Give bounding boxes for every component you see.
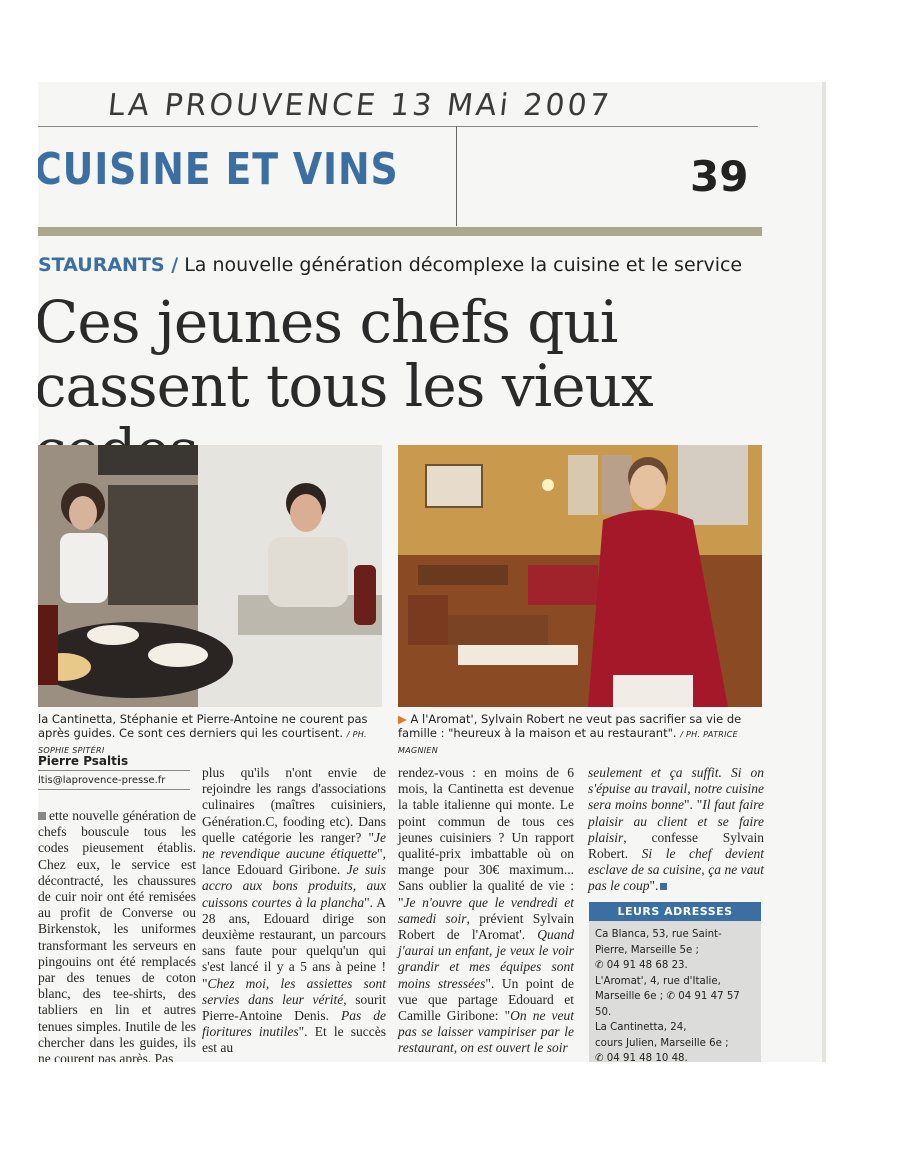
handwritten-annotation: LA PROUVENCE 13 MAi 2007 [106, 88, 614, 123]
text-run: rendez-vous : en moins de 6 mois, la Can… [398, 765, 574, 910]
addresses-box: LEURS ADRESSES Ca Blanca, 53, rue Saint-… [589, 902, 761, 1062]
address-line: La Cantinetta, 24, [595, 1022, 687, 1033]
column-1-text: ette nouvelle génération de chefs bouscu… [38, 808, 196, 1062]
clipping-edge [822, 82, 826, 1062]
text-run: ". [649, 878, 659, 894]
section-title: CUISINE ET VINS [38, 144, 399, 195]
header-band [38, 227, 762, 236]
headline-line-1: Ces jeunes chefs qui [38, 288, 618, 356]
article-column-1: ette nouvelle génération de chefs bouscu… [38, 808, 196, 1062]
kicker: STAURANTS / La nouvelle génération décom… [38, 254, 742, 276]
text-run: ". " [684, 797, 703, 813]
byline: Pierre Psaltis ltis@laprovence-presse.fr [38, 754, 190, 790]
address-line: Marseille 6e ; ✆ 04 91 47 57 50. [595, 991, 740, 1018]
header-divider [456, 126, 457, 226]
article-column-3: rendez-vous : en moins de 6 mois, la Can… [398, 765, 574, 1057]
text-run: plus qu'ils n'ont envie de rejoindre les… [202, 765, 386, 845]
caption-arrow-icon: ▶ [398, 712, 407, 726]
address-line: cours Julien, Marseille 6e ; [595, 1037, 729, 1049]
article-column-4: seulement et ça suffit. Si on s'épuise a… [588, 765, 764, 895]
address-line: ✆ 04 91 48 10 48. [595, 1053, 688, 1062]
address-line: Ca Blanca, 53, rue Saint- [595, 929, 722, 940]
photo-aromat-illustration [398, 445, 762, 707]
lead-square-icon [38, 812, 46, 820]
end-square-icon [660, 883, 668, 891]
page-number: 39 [690, 152, 749, 201]
photo-aromat [398, 445, 762, 707]
caption-cantinetta: la Cantinetta, Stéphanie et Pierre-Antoi… [38, 712, 382, 758]
byline-email: ltis@laprovence-presse.fr [38, 771, 190, 790]
byline-author: Pierre Psaltis [38, 754, 190, 771]
caption-text: la Cantinetta, Stéphanie et Pierre-Antoi… [38, 712, 368, 740]
caption-aromat: ▶ A l'Aromat', Sylvain Robert ne veut pa… [398, 712, 768, 758]
address-line: ✆ 04 91 48 68 23. [595, 960, 688, 971]
address-line: L'Aromat', 4, rue d'Italie, [595, 975, 721, 987]
newspaper-clipping: LA PROUVENCE 13 MAi 2007 CUISINE ET VINS… [38, 82, 826, 1062]
addresses-title: LEURS ADRESSES [589, 902, 761, 921]
photo-cantinetta [38, 445, 382, 707]
header-rule [38, 126, 758, 127]
kicker-label: STAURANTS / [38, 254, 179, 276]
address-line: Pierre, Marseille 5e ; [595, 944, 699, 956]
addresses-list: Ca Blanca, 53, rue Saint- Pierre, Marsei… [589, 921, 761, 1062]
article-column-2: plus qu'ils n'ont envie de rejoindre les… [202, 765, 386, 1057]
photo-cantinetta-illustration [38, 445, 382, 707]
kicker-text: La nouvelle génération décomplexe la cui… [184, 254, 743, 276]
